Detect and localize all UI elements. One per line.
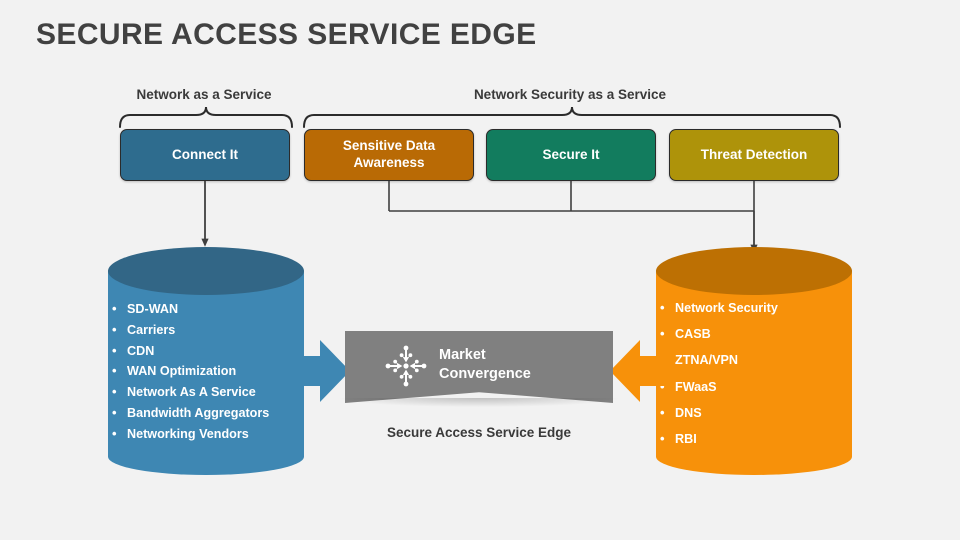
banner-shadow [340, 398, 618, 407]
group-label-network-security-as-a-service: Network Security as a Service [473, 87, 667, 102]
box-connect-it-label: Connect It [172, 146, 238, 162]
banner-caption: Secure Access Service Edge [386, 425, 572, 440]
box-sensitive-data-awareness[interactable]: Sensitive Data Awareness [304, 129, 474, 181]
box-threat-detection[interactable]: Threat Detection [669, 129, 839, 181]
market-convergence-banner: Market Convergence [345, 331, 613, 403]
box-connect-it[interactable]: Connect It [120, 129, 290, 181]
list-item: DNS [656, 399, 852, 426]
arrow-right-to-center [608, 340, 668, 407]
cylinder-right-top [656, 247, 852, 295]
cylinder-network-security-as-a-service: Network Security CASB ZTNA/VPN FWaaS DNS… [656, 247, 852, 475]
list-item: FWaaS [656, 373, 852, 400]
slide-canvas: SECURE ACCESS SERVICE EDGE Network as a … [0, 0, 960, 540]
list-item: Networking Vendors [108, 423, 304, 445]
banner-line-1: Market [439, 347, 486, 364]
bracket-network-security-as-a-service [302, 106, 842, 128]
list-item: RBI [656, 425, 852, 452]
box-threat-detection-label: Threat Detection [700, 146, 808, 162]
list-item: Bandwidth Aggregators [108, 402, 304, 424]
market-convergence-label: Market Convergence [439, 346, 531, 383]
box-sensitive-data-awareness-label: Sensitive Data Awareness [342, 138, 436, 170]
box-secure-it[interactable]: Secure It [486, 129, 656, 181]
list-item: ZTNA/VPN [656, 346, 852, 373]
banner-line-2: Convergence [439, 366, 531, 382]
group-label-network-as-a-service: Network as a Service [136, 87, 272, 102]
list-item: Network Security [656, 294, 852, 321]
cylinder-left-list: SD-WAN Carriers CDN WAN Optimization Net… [108, 298, 304, 445]
list-item: Network As A Service [108, 381, 304, 403]
list-item: Carriers [108, 319, 304, 341]
list-item: SD-WAN [108, 298, 304, 320]
page-title: SECURE ACCESS SERVICE EDGE [36, 18, 537, 51]
cylinder-left-top [108, 247, 304, 295]
cylinder-right-list: Network Security CASB ZTNA/VPN FWaaS DNS… [656, 294, 852, 452]
bracket-network-as-a-service [118, 106, 294, 128]
cylinder-network-as-a-service: SD-WAN Carriers CDN WAN Optimization Net… [108, 247, 304, 475]
arrow-left-to-center [292, 340, 352, 407]
list-item: CASB [656, 320, 852, 347]
box-secure-it-label: Secure It [542, 146, 600, 162]
list-item: CDN [108, 340, 304, 362]
list-item: WAN Optimization [108, 360, 304, 382]
converging-arrows-icon [385, 345, 427, 386]
